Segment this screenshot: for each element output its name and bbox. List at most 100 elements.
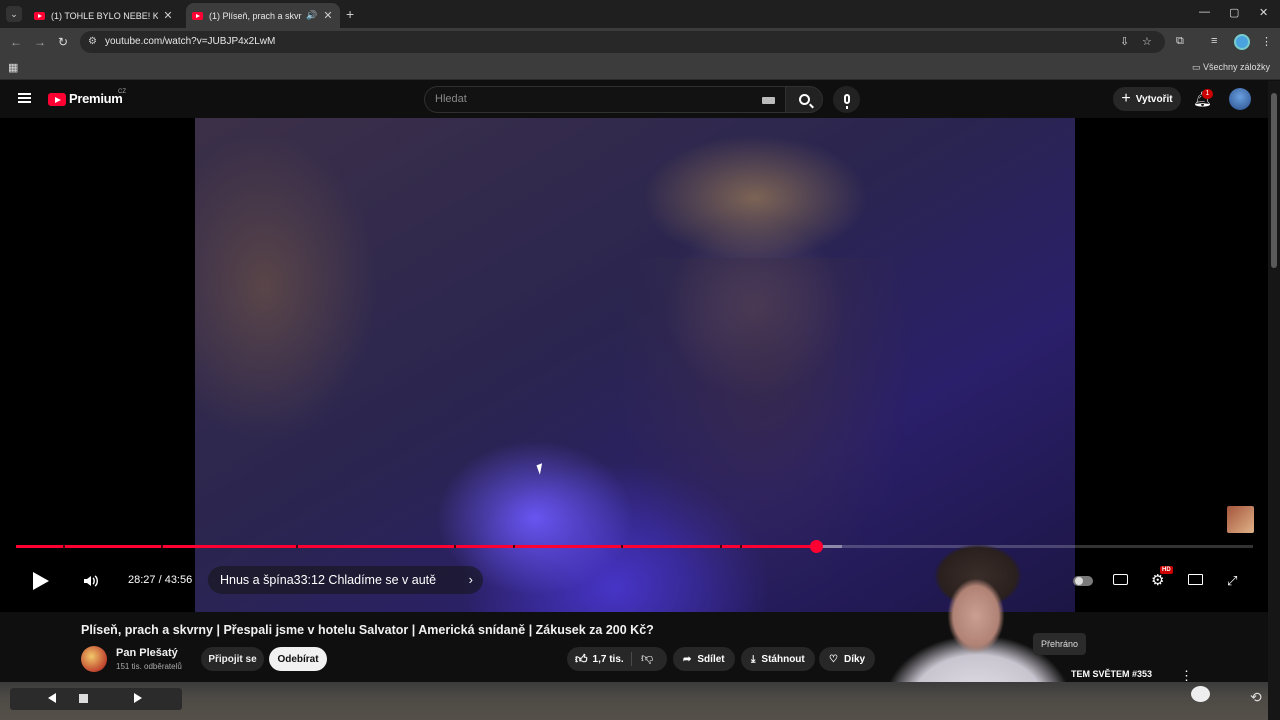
tab-close-icon[interactable]: ✕ [162, 9, 174, 22]
back-icon[interactable]: ← [10, 35, 22, 49]
search-box[interactable] [424, 86, 786, 113]
media-control-icon[interactable]: ≡ [1211, 35, 1217, 47]
forward-icon[interactable]: → [34, 35, 46, 49]
download-button[interactable]: ⤓ Stáhnout [741, 647, 815, 671]
thumbs-up-icon: 👍︎ [575, 652, 588, 666]
brand-country: CZ [118, 89, 126, 95]
fullscreen-icon[interactable]: ⤢ [1227, 573, 1237, 589]
site-info-icon[interactable]: ⚙ [88, 36, 97, 47]
hamburger-menu-icon[interactable] [18, 93, 31, 103]
voice-search-button[interactable] [833, 86, 860, 113]
tab-close-icon[interactable]: ✕ [322, 9, 334, 22]
subscriber-count: 151 tis. odběratelů [116, 662, 182, 671]
chapter-title: Hnus a špína33:12 Chladíme se v autě [220, 573, 437, 587]
chapter-divider [513, 545, 516, 548]
history-icon[interactable]: ⟲ [1250, 689, 1262, 706]
next-icon[interactable] [134, 693, 142, 703]
subscribe-button[interactable]: Odebírat [269, 647, 327, 671]
install-app-icon[interactable]: ⇩ [1120, 35, 1129, 48]
miniplayer-icon[interactable] [1188, 574, 1203, 585]
download-label: Stáhnout [761, 653, 805, 665]
chapter-divider [739, 545, 742, 548]
close-window-icon[interactable]: ✕ [1259, 6, 1268, 19]
account-avatar[interactable] [1229, 88, 1251, 110]
extensions-icon[interactable]: ⧉ [1176, 35, 1184, 48]
volume-icon[interactable] [83, 573, 99, 589]
chapter-title-button[interactable]: Hnus a špína33:12 Chladíme se v autě › [208, 566, 483, 594]
chapter-divider [453, 545, 456, 548]
download-icon: ⤓ [751, 653, 756, 665]
address-bar[interactable]: ⚙ youtube.com/watch?v=JUBJP4x2LwM ⇩ ☆ [80, 31, 1165, 53]
chapter-divider [620, 545, 623, 548]
search-button[interactable] [785, 86, 823, 113]
bookmarks-bar: ▦ ▭ Všechny záložky [0, 56, 1280, 80]
played-fill [16, 545, 817, 548]
share-label: Sdílet [697, 653, 725, 665]
channel-watermark[interactable] [1227, 506, 1254, 533]
youtube-logo-icon[interactable] [48, 93, 66, 106]
recommended-video-title[interactable]: TEM SVĚTEM #353 [1071, 669, 1152, 679]
reload-icon[interactable]: ↻ [58, 35, 68, 49]
chrome-menu-icon[interactable]: ⋮ [1261, 35, 1272, 48]
chat-bubble-icon[interactable] [1191, 686, 1210, 702]
youtube-favicon-icon [192, 11, 203, 20]
tab-search-chevron-icon[interactable]: ⌄ [6, 6, 22, 22]
new-tab-button[interactable]: + [346, 6, 354, 22]
progress-bar[interactable] [16, 540, 1253, 553]
create-button[interactable]: + Vytvořit [1113, 87, 1181, 111]
join-button[interactable]: Připojit se [201, 647, 264, 671]
plus-icon: + [1121, 90, 1131, 107]
channel-avatar[interactable] [81, 646, 107, 672]
tab-audio-icon[interactable]: 🔊 [306, 10, 318, 21]
like-button[interactable]: 👍︎ 1,7 tis. [575, 652, 624, 667]
youtube-masthead: Premium CZ + Vytvořit 🔔︎ [0, 81, 1268, 118]
tab-title: (1) Plíseň, prach a skvrny | P [209, 10, 302, 21]
video-player[interactable]: 28:27 / 43:56 Hnus a špína33:12 Chladíme… [0, 118, 1268, 612]
share-icon: ➦ [683, 653, 692, 665]
tab-title: (1) TOHLE BYLO NEBE! Kam se [51, 10, 158, 21]
apps-grid-icon[interactable]: ▦ [8, 61, 18, 74]
page-scrollbar[interactable] [1268, 81, 1280, 720]
chapter-divider [160, 545, 163, 548]
played-tooltip: Přehráno [1033, 633, 1087, 655]
browser-tab-strip: ⌄ (1) TOHLE BYLO NEBE! Kam se ✕ (1) Plís… [0, 0, 1280, 28]
youtube-favicon-icon [34, 11, 45, 20]
like-dislike-bar: 👍︎ 1,7 tis. 👎︎ [567, 647, 667, 671]
create-label: Vytvořit [1135, 93, 1173, 105]
previous-icon[interactable] [48, 693, 56, 703]
thumbs-down-icon[interactable]: 👎︎ [641, 651, 653, 666]
chapter-divider [719, 545, 722, 548]
chapter-divider [63, 545, 65, 548]
chevron-right-icon: › [468, 572, 473, 587]
share-button[interactable]: ➦ Sdílet [673, 647, 735, 671]
browser-tab-1[interactable]: (1) TOHLE BYLO NEBE! Kam se ✕ [28, 3, 180, 28]
microphone-icon [843, 93, 850, 109]
browser-tab-2-active[interactable]: (1) Plíseň, prach a skvrny | P 🔊 ✕ [186, 3, 340, 28]
brand-label[interactable]: Premium [69, 91, 123, 106]
minimize-icon[interactable]: — [1199, 6, 1210, 18]
settings-gear-icon[interactable]: ⚙ [1151, 573, 1164, 588]
search-input[interactable] [435, 93, 735, 105]
bookmark-star-icon[interactable]: ☆ [1142, 35, 1152, 48]
maximize-icon[interactable]: ▢ [1229, 6, 1239, 19]
media-overlay-strip [0, 682, 1268, 720]
like-count: 1,7 tis. [592, 654, 624, 665]
subtitles-icon[interactable] [1113, 574, 1128, 585]
all-bookmarks-label: Všechny záložky [1202, 62, 1270, 72]
browser-toolbar: ← → ↻ ⚙ youtube.com/watch?v=JUBJP4x2LwM … [0, 28, 1280, 56]
all-bookmarks-button[interactable]: ▭ Všechny záložky [1192, 62, 1270, 73]
url-text[interactable]: youtube.com/watch?v=JUBJP4x2LwM [105, 36, 275, 47]
media-controls [10, 688, 182, 710]
profile-avatar-icon[interactable] [1234, 34, 1250, 50]
channel-name[interactable]: Pan Plešatý [116, 647, 178, 659]
scrollbar-thumb[interactable] [1271, 93, 1277, 268]
search-icon [798, 94, 810, 105]
chapter-divider [295, 545, 298, 548]
notification-count-badge: 1 [1202, 89, 1213, 99]
video-title: Plíseň, prach a skvrny | Přespali jsme v… [81, 623, 654, 637]
keyboard-icon[interactable] [762, 97, 775, 104]
play-icon[interactable] [33, 572, 49, 590]
stop-icon[interactable] [79, 694, 88, 703]
thanks-heart-icon: ♡ [829, 653, 838, 665]
time-display: 28:27 / 43:56 [128, 574, 193, 586]
